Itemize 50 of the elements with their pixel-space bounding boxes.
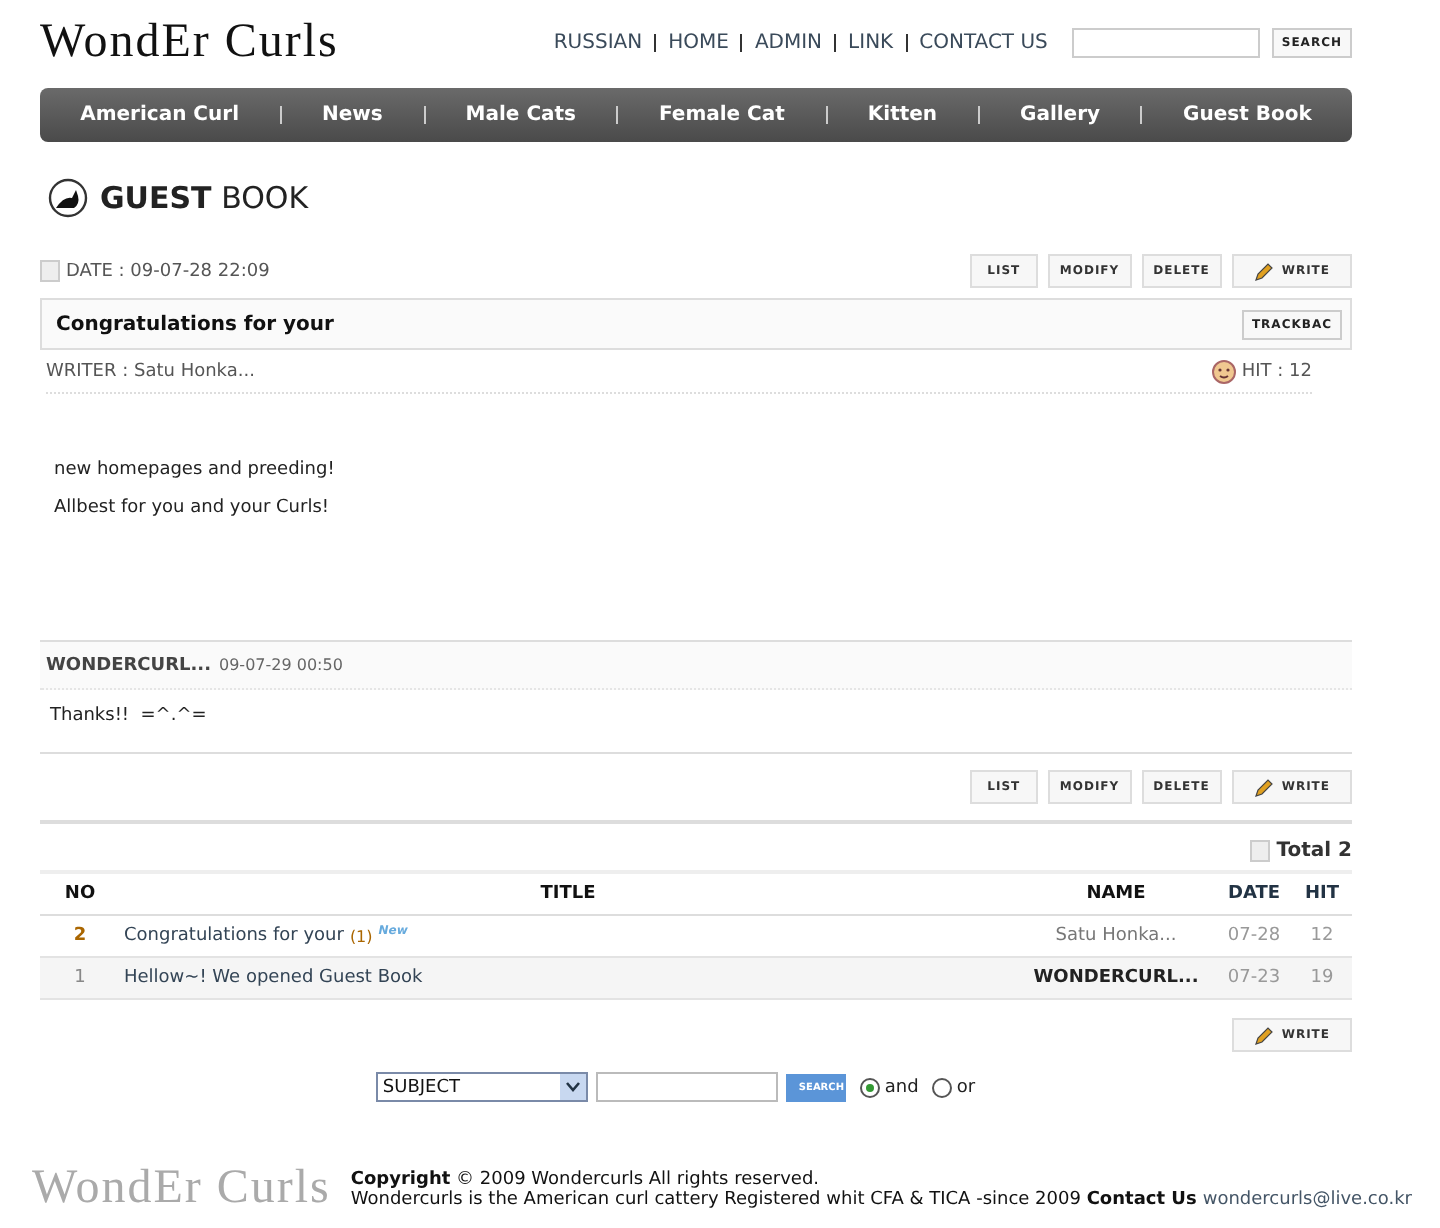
radio-label: or xyxy=(956,1077,976,1097)
table-cell: 1 xyxy=(40,958,120,1000)
comment-date: 09-07-29 00:50 xyxy=(219,656,343,674)
top-link[interactable]: ADMIN xyxy=(754,31,823,53)
comment-count: (1) xyxy=(349,927,373,945)
caret-icon xyxy=(566,1082,581,1092)
radio-button[interactable] xyxy=(932,1077,953,1097)
top-link[interactable]: HOME xyxy=(668,31,729,53)
nav-item[interactable]: Gallery xyxy=(1020,104,1101,126)
post-subject: Congratulations for your xyxy=(56,313,334,335)
nav-item[interactable]: Guest Book xyxy=(1183,104,1312,126)
pencil-icon xyxy=(1253,777,1274,797)
pencil-icon xyxy=(1253,261,1274,281)
nav-item[interactable]: Female Cat xyxy=(658,104,785,126)
top-link[interactable]: RUSSIAN xyxy=(553,31,643,53)
post-link[interactable]: Hellow~! We opened Guest Book xyxy=(124,968,423,988)
post-text: Allbest for you and your Curls! xyxy=(54,498,331,518)
comment-author: WONDERCURL... xyxy=(46,655,211,675)
smiley-icon xyxy=(1211,359,1236,383)
cat-icon xyxy=(48,178,88,218)
pencil-icon xyxy=(1253,1025,1274,1045)
table-cell: 19 xyxy=(1292,958,1352,1000)
radio-button[interactable] xyxy=(860,1077,881,1097)
top-link[interactable]: CONTACT US xyxy=(919,31,1048,53)
email-link[interactable]: wondercurls@live.co.kr xyxy=(1202,1189,1413,1209)
comment-text: Thanks!! =^.^= xyxy=(50,706,207,726)
copyright-text: Copyright © 2009 Wondercurls All rights reserved. xyxy=(350,1169,822,1189)
search-field[interactable] xyxy=(1071,27,1260,57)
post-date: DATE : 09-07-28 22:09 xyxy=(66,261,270,281)
document-icon xyxy=(40,260,60,282)
hit-count: HIT : 12 xyxy=(1241,361,1312,381)
post-text: new homepages and preeding! xyxy=(54,460,337,480)
nav-item[interactable]: Kitten xyxy=(867,104,938,126)
document-icon xyxy=(1250,840,1271,862)
nav-item[interactable]: Male Cats xyxy=(465,104,577,126)
logo[interactable]: WondEr Curls xyxy=(40,15,339,69)
radio-label: and xyxy=(884,1077,919,1097)
field-select[interactable]: SUBJECT xyxy=(376,1072,589,1102)
nav-item[interactable]: American Curl xyxy=(80,104,240,126)
table-cell: 07-23 xyxy=(1216,958,1292,1000)
total-count: Total 2 xyxy=(1276,840,1352,862)
top-link[interactable]: LINK xyxy=(848,31,894,53)
footer-text: Wondercurls is the American curl cattery Registered whit CFA & TICA -since 2009 Contact Us xyxy=(350,1189,1197,1209)
post-writer: WRITER : Satu Honka... xyxy=(46,361,255,381)
post-link[interactable]: Congratulations for your xyxy=(124,926,344,946)
nav-item[interactable]: News xyxy=(321,104,383,126)
search-field[interactable] xyxy=(596,1072,779,1102)
table-cell: WONDERCURL... xyxy=(1016,958,1216,1000)
page-title: GUEST BOOK xyxy=(100,180,309,216)
footer-logo: WondEr Curls xyxy=(32,1162,331,1216)
